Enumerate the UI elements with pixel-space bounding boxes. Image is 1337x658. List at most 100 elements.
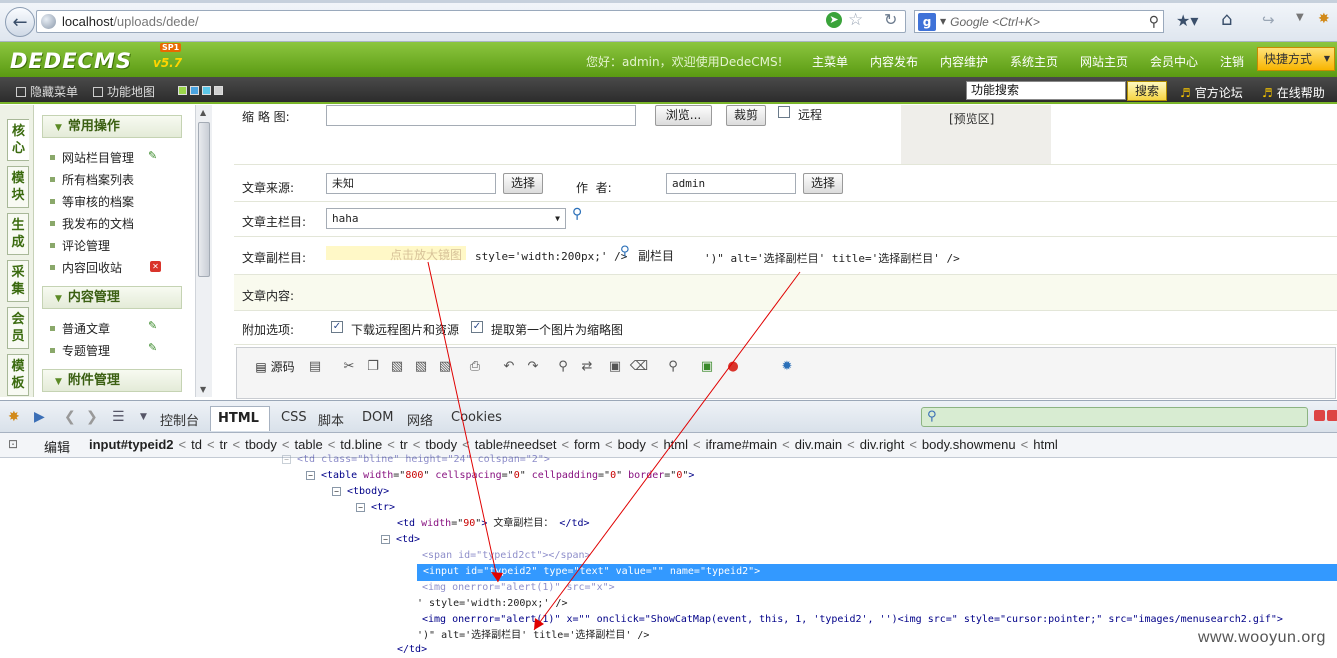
tree-line-span[interactable]: <span id="typeid2ct"></span> (422, 548, 591, 564)
collapse-icon[interactable]: − (282, 455, 291, 464)
vtab-collect[interactable]: 采集 (7, 260, 29, 302)
main-cat-select[interactable]: haha ▼ (326, 208, 566, 229)
nav-publish[interactable]: 内容发布 (870, 53, 918, 70)
scroll-up-icon[interactable]: ▲ (200, 108, 206, 117)
search-icon[interactable]: ⚲ (1149, 14, 1159, 30)
breadcrumb-item[interactable]: body (618, 437, 646, 452)
cut-icon[interactable]: ✂ (339, 357, 359, 377)
breadcrumb-item[interactable]: html (1033, 437, 1058, 452)
swatch-blue[interactable] (190, 86, 199, 95)
download-remote-checkbox[interactable]: ✓ (331, 321, 343, 333)
breadcrumb-item[interactable]: tbody (425, 437, 457, 452)
feed-icon[interactable]: ↪ (1262, 11, 1275, 29)
replace-icon[interactable]: ⇄ (577, 357, 597, 377)
paste-icon[interactable]: ▧ (387, 357, 407, 377)
scroll-down-icon[interactable]: ▼ (200, 385, 206, 394)
minimize-icon[interactable] (1314, 410, 1325, 421)
bookmarks-icon[interactable]: ★▾ (1176, 11, 1198, 30)
tree-line-tbody[interactable]: − <tbody> (332, 484, 389, 500)
tree-line-img-injected[interactable]: <img onerror="alert(1)" src="x"> (422, 580, 615, 596)
menu-item-article[interactable]: 普通文章 (50, 320, 110, 337)
breadcrumb-item[interactable]: div.right (860, 437, 905, 452)
nav-logout[interactable]: 注销 (1220, 53, 1244, 70)
tree-line-td-bline[interactable]: − <td class="bline" height="24" colspan="… (282, 452, 550, 468)
redo-icon[interactable]: ↷ (523, 357, 543, 377)
tree-line-td[interactable]: − <td> (381, 532, 420, 548)
forward-icon[interactable]: ❯ (86, 409, 98, 425)
first-image-thumb-checkbox[interactable]: ✓ (471, 321, 483, 333)
swatch-green[interactable] (178, 86, 187, 95)
help-link[interactable]: ♬ 在线帮助 (1262, 84, 1325, 101)
tree-line-img-onclick[interactable]: <img onerror="alert(1)" x="" onclick="Sh… (422, 612, 1283, 628)
breadcrumb-item[interactable]: tr (400, 437, 408, 452)
quick-menu-button[interactable]: 快捷方式 ▼ (1257, 47, 1335, 71)
go-icon[interactable]: ➤ (826, 12, 842, 28)
crop-button[interactable]: 裁剪 (726, 105, 766, 126)
delete-icon[interactable]: ✕ (150, 261, 161, 272)
paste-text-icon[interactable]: ▧ (411, 357, 431, 377)
forum-link[interactable]: ♬ 官方论坛 (1180, 84, 1243, 101)
breadcrumb-item[interactable]: form (574, 437, 600, 452)
swatch-gray[interactable] (214, 86, 223, 95)
firebug-search-input[interactable]: ⚲ (921, 407, 1308, 427)
back-icon[interactable]: ❮ (64, 409, 76, 425)
firebug-menu-icon[interactable]: ✸ (8, 409, 20, 425)
paste-word-icon[interactable]: ▧ (435, 357, 455, 377)
menu-chevron-icon[interactable]: ▼ (1296, 12, 1304, 23)
menu-item-categories[interactable]: 网站栏目管理 (50, 149, 134, 166)
vtab-generate[interactable]: 生成 (7, 213, 29, 255)
tree-selected-row[interactable]: <input id="typeid2" type="text" value=""… (417, 564, 1337, 581)
breadcrumb-item[interactable]: iframe#main (706, 437, 778, 452)
nav-member-center[interactable]: 会员中心 (1150, 53, 1198, 70)
breadcrumb-item[interactable]: div.main (795, 437, 842, 452)
tab-script[interactable]: 脚本 (318, 410, 344, 429)
image-icon[interactable]: ▣ (697, 357, 717, 377)
breadcrumb-item[interactable]: td (191, 437, 202, 452)
tab-net[interactable]: 网络 (407, 410, 433, 429)
breadcrumb-item[interactable]: tbody (245, 437, 277, 452)
flash-icon[interactable]: ● (723, 357, 743, 377)
tree-line-td-label[interactable]: <td width="90"> 文章副栏目： </td> (397, 516, 590, 532)
sidemenu-scrollbar[interactable]: ▲ ▼ (195, 105, 212, 397)
breadcrumb-item[interactable]: input#typeid2 (89, 437, 174, 452)
function-search-button[interactable]: 搜索 (1127, 81, 1167, 101)
sub-cat-button[interactable]: 副栏目 (638, 247, 674, 264)
print-icon[interactable]: ⎙ (465, 357, 485, 377)
swatch-cyan[interactable] (202, 86, 211, 95)
menu-group-content[interactable]: ▼ 内容管理 (42, 286, 182, 309)
menu-group-common[interactable]: ▼ 常用操作 (42, 115, 182, 138)
eraser-icon[interactable]: ⌫ (629, 357, 649, 377)
source-input[interactable]: 未知 (326, 173, 496, 194)
menu-item-all-docs[interactable]: 所有档案列表 (50, 171, 134, 188)
close-icon[interactable] (1327, 410, 1337, 421)
template-icon[interactable]: ▤ (305, 357, 325, 377)
remote-checkbox[interactable] (778, 106, 790, 118)
menu-item-comments[interactable]: 评论管理 (50, 237, 110, 254)
menu-item-my-docs[interactable]: 我发布的文档 (50, 215, 134, 232)
tree-line-table[interactable]: − <table width="800" cellspacing="0" cell… (306, 468, 694, 484)
nav-main-menu[interactable]: 主菜单 (812, 53, 848, 70)
menu-item-recycle[interactable]: 内容回收站 (50, 259, 122, 276)
thumb-input[interactable] (326, 105, 636, 126)
source-select-button[interactable]: 选择 (503, 173, 543, 194)
tab-console[interactable]: 控制台 (160, 410, 199, 429)
select-all-icon[interactable]: ▣ (605, 357, 625, 377)
web-search-box[interactable]: g ▼ Google <Ctrl+K> ⚲ (914, 10, 1164, 33)
address-bar[interactable]: localhost/uploads/dede/ (36, 10, 906, 33)
collapse-icon[interactable]: − (306, 471, 315, 480)
magnifier-icon[interactable]: ⚲ (572, 206, 582, 222)
preview-icon[interactable]: ⚲ (663, 357, 683, 377)
menu-item-topics[interactable]: 专题管理 (50, 342, 110, 359)
vtab-template[interactable]: 模板 (7, 354, 29, 396)
add-icon[interactable]: ✎ (148, 319, 157, 332)
browse-button[interactable]: 浏览... (655, 105, 712, 126)
chevron-down-icon[interactable]: ▼ (140, 412, 147, 422)
vtab-member[interactable]: 会员 (7, 307, 29, 349)
add-icon[interactable]: ✎ (148, 149, 157, 162)
tree-line-td-close[interactable]: </td> (397, 642, 427, 658)
magnifier-icon[interactable]: ⚲ (620, 244, 630, 259)
special-icon[interactable]: ✹ (777, 357, 797, 377)
collapse-icon[interactable]: − (332, 487, 341, 496)
collapse-icon[interactable]: − (381, 535, 390, 544)
firebug-icon[interactable]: ✸ (1318, 11, 1330, 27)
